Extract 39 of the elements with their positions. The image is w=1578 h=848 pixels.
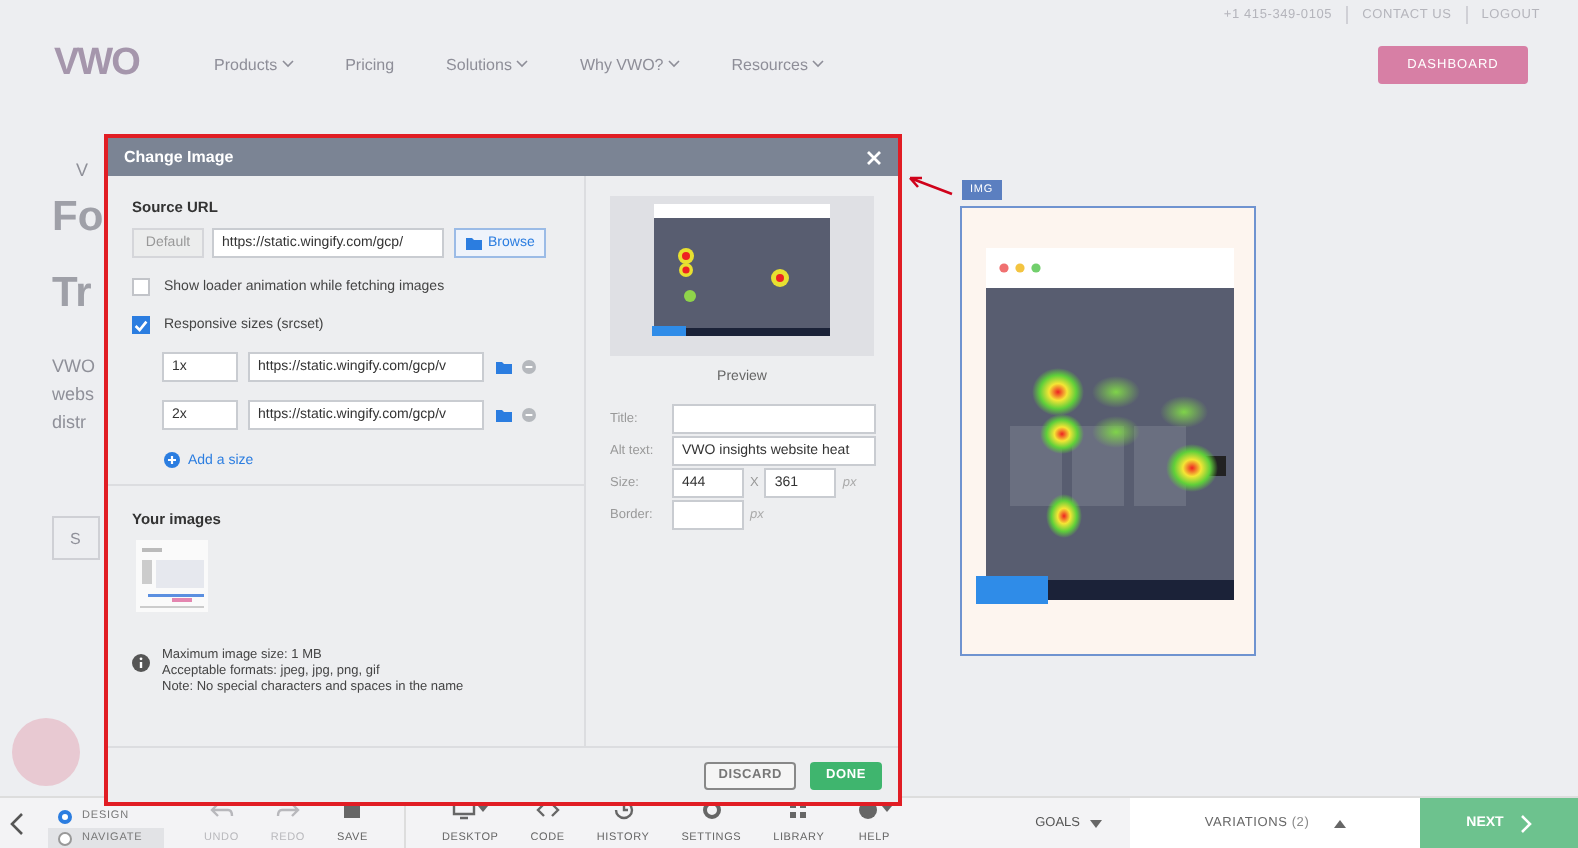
close-icon[interactable] <box>866 149 882 165</box>
info-icon <box>132 654 150 672</box>
nav-item[interactable]: Pricing <box>345 55 395 73</box>
border-field[interactable] <box>672 500 744 530</box>
plus-icon <box>164 452 180 468</box>
caret-icon[interactable] <box>811 60 824 68</box>
hero-button[interactable]: S <box>52 516 100 560</box>
hero-title-line: Fo <box>52 192 104 244</box>
nav-item[interactable]: Why VWO? <box>579 55 664 73</box>
remove-icon[interactable] <box>522 360 536 374</box>
hero-text-line: distr <box>52 410 89 436</box>
remove-icon[interactable] <box>522 408 536 422</box>
dialog-title: Change Image <box>124 148 234 166</box>
pointer-arrow <box>904 172 956 200</box>
nav-item[interactable]: Products <box>214 55 278 73</box>
text-field[interactable] <box>672 404 876 434</box>
logo[interactable]: VWO <box>54 42 154 86</box>
caret-icon <box>1333 819 1346 827</box>
caret-icon[interactable] <box>515 60 528 68</box>
code-icon <box>535 800 560 820</box>
redo-icon <box>275 800 300 820</box>
nav-item[interactable]: Solutions <box>446 55 512 73</box>
folder-icon[interactable] <box>496 409 512 421</box>
chevron-icon <box>1519 813 1532 833</box>
hero-text-line: webs <box>52 382 95 408</box>
folder-icon <box>466 237 482 249</box>
caret-icon[interactable] <box>281 60 294 68</box>
settings-icon <box>699 800 724 820</box>
back-icon[interactable] <box>10 812 24 836</box>
checkmark-icon <box>134 319 148 331</box>
hero-text-line: VWO <box>52 354 95 380</box>
folder-icon[interactable] <box>496 361 512 373</box>
caret-icon[interactable] <box>667 60 680 68</box>
caret-icon <box>1090 819 1102 827</box>
undo-icon <box>209 800 234 820</box>
image-thumbnail[interactable] <box>136 540 208 612</box>
hero-title-line: Tr <box>52 268 92 320</box>
hero-eyebrow: V <box>76 160 89 180</box>
nav-item[interactable]: Resources <box>731 55 808 73</box>
